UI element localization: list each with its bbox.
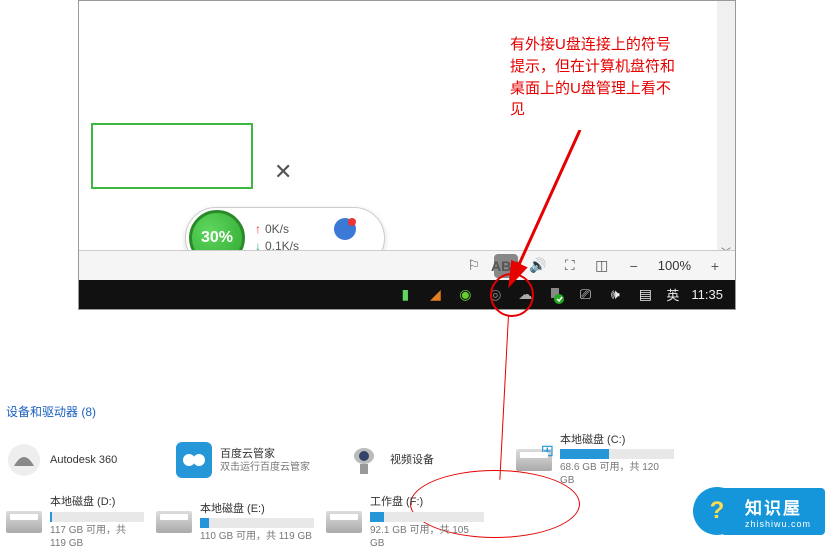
drive-f[interactable]: 工作盘 (F:) 92.1 GB 可用，共 105 GB [320,491,490,553]
drive-title: 本地磁盘 (C:) [560,433,674,447]
drive-usage-bar [370,512,484,522]
fullscreen-icon[interactable]: ⛶ [558,254,582,278]
browser-status-bar: ⚐ ABP 🔊 ⛶ ◫ − 100% + [79,250,735,280]
usb-eject-tray-icon[interactable] [546,286,564,304]
zoom-out-button[interactable]: − [622,254,646,278]
battery-tray-icon[interactable]: ▮ [396,286,414,304]
clock[interactable]: 11:35 [691,287,723,302]
zoom-in-button[interactable]: + [703,254,727,278]
close-icon[interactable]: ✕ [274,159,292,185]
device-title: 百度云管家 [220,447,334,461]
cloud-tray-icon[interactable]: ☁ [516,286,534,304]
ime-indicator[interactable]: 英 [666,285,679,304]
drive-sub: 92.1 GB 可用，共 105 GB [370,524,484,550]
baidu-cloud-icon [176,442,212,478]
drive-usage-bar [50,512,144,522]
scrollbar[interactable]: ﹀ [717,1,735,260]
drive-usage-bar [560,449,674,459]
autodesk-icon [6,442,42,478]
panel-icon[interactable]: ◫ [590,254,614,278]
device-video[interactable]: 视频设备 [340,429,510,491]
flag-icon[interactable]: ⚐ [462,254,486,278]
device-title: 视频设备 [390,453,504,467]
action-center-tray-icon[interactable]: ▤ [636,286,654,304]
watermark-logo: ? 知识屋 zhishiwu.com [693,487,825,535]
drive-sub: 68.6 GB 可用，共 120 GB [560,461,674,487]
annotation-text: 有外接U盘连接上的符号提示，但在计算机盘符和桌面上的U盘管理上看不见 [510,34,680,121]
drive-icon: ⊞ [516,442,552,478]
drive-c[interactable]: ⊞ 本地磁盘 (C:) 68.6 GB 可用，共 120 GB [510,429,680,491]
watermark-icon: ? [693,487,741,535]
watermark-url: zhishiwu.com [745,519,811,529]
volume-icon[interactable]: 🔊 [526,254,550,278]
drive-sub: 117 GB 可用，共 119 GB [50,524,144,550]
notification-badge-icon[interactable] [334,218,356,240]
drive-icon [156,504,192,540]
device-autodesk[interactable]: Autodesk 360 [0,429,170,491]
device-sub: 双击运行百度云管家 [220,461,334,474]
adblock-icon[interactable]: ABP [494,254,518,278]
drive-d[interactable]: 本地磁盘 (D:) 117 GB 可用，共 119 GB [0,491,150,553]
device-title: Autodesk 360 [50,453,164,467]
wifi-tray-icon[interactable]: ◢ [426,286,444,304]
green-highlight-box [91,123,253,189]
watermark-title: 知识屋 [745,494,811,519]
drive-icon [6,504,42,540]
drive-title: 工作盘 (F:) [370,495,484,509]
drive-title: 本地磁盘 (D:) [50,495,144,509]
drive-e[interactable]: 本地磁盘 (E:) 110 GB 可用，共 119 GB [150,491,320,553]
zoom-level: 100% [654,258,695,273]
browser-tray-icon[interactable]: ◎ [486,286,504,304]
drive-usage-bar [200,518,314,528]
drive-sub: 110 GB 可用，共 119 GB [200,530,314,543]
camera-icon [346,442,382,478]
display-tray-icon[interactable]: ⎚ [576,286,594,304]
device-baidu-cloud[interactable]: 百度云管家双击运行百度云管家 [170,429,340,491]
drive-icon [326,504,362,540]
upload-speed: 0K/s [255,221,299,238]
windows-taskbar: ▮ ◢ ◉ ◎ ☁ ⎚ 🕪 ▤ 英 11:35 [79,280,735,309]
devices-header[interactable]: 设备和驱动器 (8) [0,400,825,423]
speaker-tray-icon[interactable]: 🕪 [606,286,624,304]
drive-title: 本地磁盘 (E:) [200,502,314,516]
360-tray-icon[interactable]: ◉ [456,286,474,304]
